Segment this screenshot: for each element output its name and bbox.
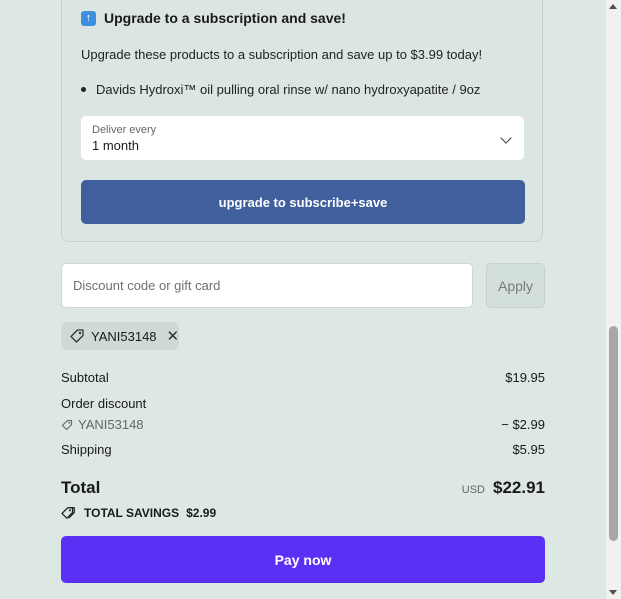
discount-code-text: YANI53148	[78, 417, 144, 432]
upsell-title-text: Upgrade to a subscription and save!	[104, 10, 346, 26]
tag-icon	[69, 328, 85, 344]
upsell-title: ↑ Upgrade to a subscription and save!	[81, 9, 346, 27]
order-discount-row: Order discount	[61, 396, 545, 411]
discount-value: − $2.99	[501, 417, 545, 432]
up-arrow-icon: ↑	[81, 10, 96, 26]
bullet-icon	[81, 87, 86, 92]
upsell-product-item: Davids Hydroxi™ oil pulling oral rinse w…	[81, 82, 480, 97]
discount-code-summary: YANI53148	[61, 417, 144, 432]
chevron-down-icon	[500, 132, 512, 144]
total-value: $22.91	[493, 478, 545, 497]
deliver-every-value: 1 month	[92, 138, 139, 153]
discount-code-row: YANI53148 − $2.99	[61, 417, 545, 432]
currency-code: USD	[461, 484, 485, 496]
discount-code-input[interactable]: Discount code or gift card	[61, 263, 473, 308]
upsell-description: Upgrade these products to a subscription…	[81, 47, 483, 62]
total-savings: TOTAL SAVINGS $2.99	[61, 506, 216, 520]
deliver-every-label: Deliver every	[92, 124, 157, 136]
pay-now-button[interactable]: Pay now	[61, 536, 545, 583]
remove-discount-icon[interactable]: ✕	[167, 327, 180, 345]
savings-label: TOTAL SAVINGS	[84, 506, 180, 520]
subtotal-label: Subtotal	[61, 370, 109, 385]
applied-discount-code: YANI53148	[91, 328, 157, 344]
tag-icon	[61, 419, 73, 431]
shipping-row: Shipping $5.95	[61, 442, 545, 457]
scrollbar-thumb[interactable]	[609, 326, 618, 541]
subtotal-row: Subtotal $19.95	[61, 370, 545, 385]
scroll-down-arrow-icon[interactable]	[609, 590, 617, 595]
vertical-scrollbar[interactable]	[606, 0, 621, 599]
applied-discount-chip: YANI53148 ✕	[61, 322, 179, 350]
shipping-label: Shipping	[61, 442, 112, 457]
subtotal-value: $19.95	[505, 370, 545, 385]
scroll-up-arrow-icon[interactable]	[609, 4, 617, 9]
total-amount-group: USD $22.91	[462, 478, 545, 498]
savings-value: $2.99	[186, 506, 217, 520]
upsell-product-name: Davids Hydroxi™ oil pulling oral rinse w…	[96, 82, 481, 97]
upgrade-subscription-button[interactable]: upgrade to subscribe+save	[81, 180, 525, 224]
deliver-every-select[interactable]: Deliver every 1 month	[81, 116, 524, 160]
order-discount-label: Order discount	[61, 396, 147, 411]
checkout-page: ↑ Upgrade to a subscription and save! Up…	[0, 0, 606, 599]
savings-tag-icon	[61, 506, 77, 520]
apply-discount-button[interactable]: Apply	[486, 263, 545, 308]
shipping-value: $5.95	[512, 442, 545, 457]
total-label: Total	[61, 478, 101, 497]
